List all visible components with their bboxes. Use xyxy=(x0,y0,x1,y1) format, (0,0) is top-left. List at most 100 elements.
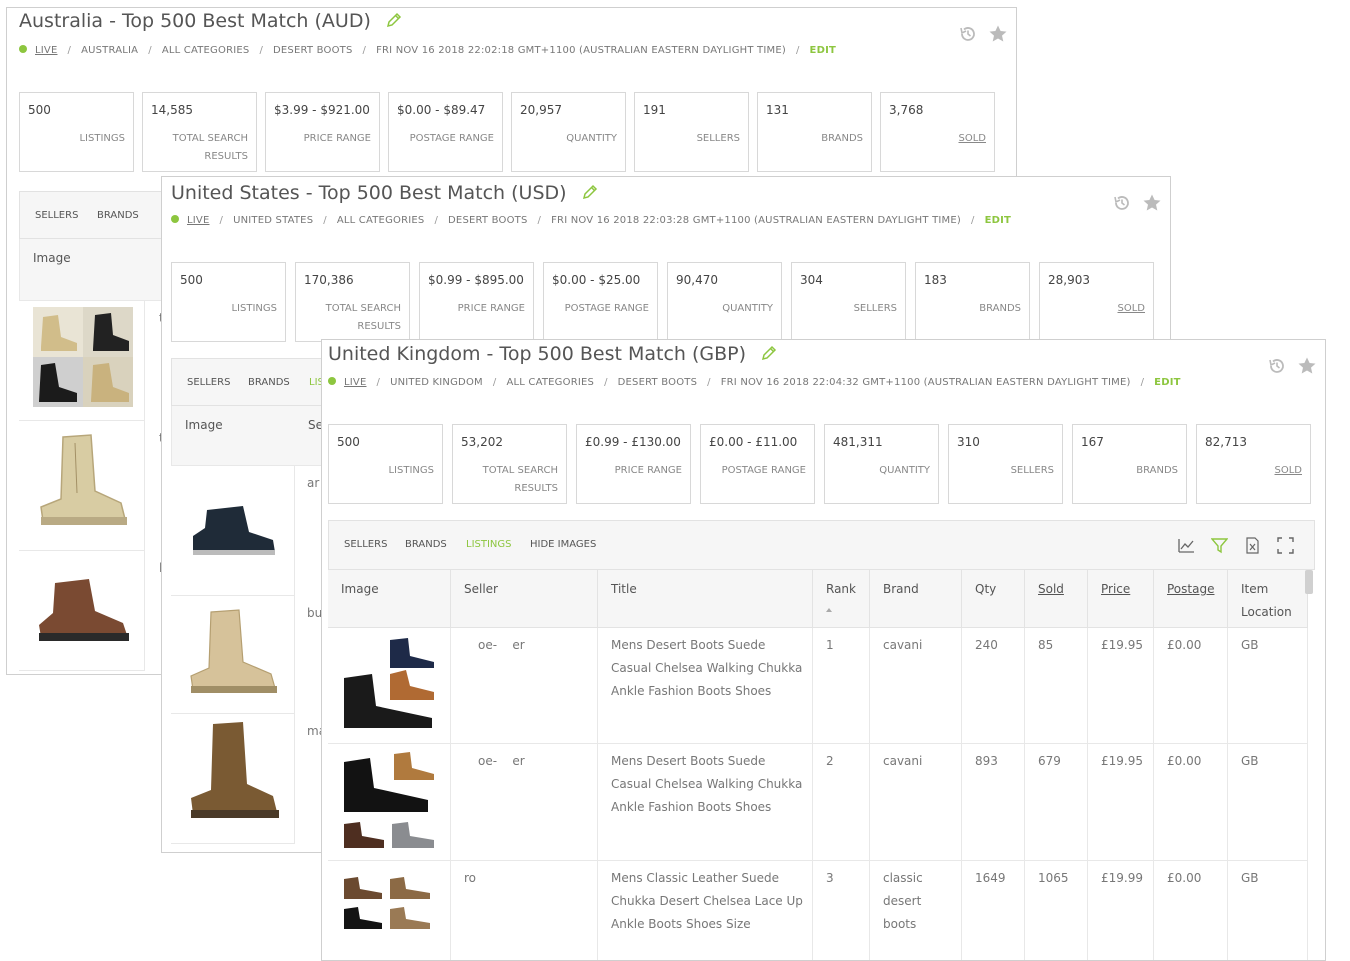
table-row[interactable]: l xyxy=(19,551,162,671)
price-value: £19.99 xyxy=(1101,871,1143,885)
table-row-image[interactable] xyxy=(328,861,451,960)
postage-value: £0.00 xyxy=(1167,871,1202,885)
table-cell-seller[interactable]: oe- er xyxy=(451,628,598,744)
table-cell-title[interactable]: Mens Desert Boots Suede Casual Chelsea W… xyxy=(598,628,813,744)
product-image xyxy=(190,609,277,693)
table-row-image[interactable] xyxy=(328,744,451,861)
seller-name[interactable]: oe- er xyxy=(478,634,525,657)
table-cell-title[interactable]: Mens Classic Leather Suede Chukka Desert… xyxy=(598,861,813,960)
breadcrumb: LIVE / UNITED KINGDOM / ALL CATEGORIES / DESER… xyxy=(328,377,1181,388)
sold-value: 85 xyxy=(1038,638,1054,652)
table-cell-price: £19.99 xyxy=(1088,861,1154,960)
panel-title: United Kingdom - Top 500 Best Match (GBP… xyxy=(328,343,778,365)
stat-label: TOTAL SEARCH RESULTS xyxy=(172,133,248,162)
stat-label: BRANDS xyxy=(979,303,1021,314)
col-sold[interactable]: Sold xyxy=(1025,570,1088,628)
tab-listings[interactable]: LISTINGS xyxy=(466,539,512,550)
export-excel-icon[interactable] xyxy=(1244,537,1261,554)
stat-sold-link[interactable]: SOLD xyxy=(1118,300,1146,318)
table-cell-rank: 3 xyxy=(813,861,870,960)
stat-label: QUANTITY xyxy=(722,303,773,314)
stat-total-search-results: 14,585 TOTAL SEARCH RESULTS xyxy=(142,92,257,172)
table-row[interactable]: ma xyxy=(171,714,326,844)
table-row[interactable]: t xyxy=(19,421,164,551)
col-rank-label[interactable]: Rank xyxy=(826,578,856,601)
stat-value: 20,957 xyxy=(520,103,562,117)
pencil-icon[interactable] xyxy=(581,183,599,201)
breadcrumb-edit-link[interactable]: EDIT xyxy=(985,215,1011,226)
fullscreen-icon[interactable] xyxy=(1277,537,1294,554)
pencil-icon[interactable] xyxy=(385,11,403,29)
table-row[interactable]: ar xyxy=(171,466,319,596)
seller-fragment: ar xyxy=(307,476,320,490)
history-icon[interactable] xyxy=(958,24,978,44)
breadcrumb-live[interactable]: LIVE xyxy=(344,377,366,388)
stat-listings: 500 LISTINGS xyxy=(19,92,134,172)
pencil-icon[interactable] xyxy=(760,344,778,362)
col-image-label: Image xyxy=(341,582,379,596)
star-icon[interactable] xyxy=(1142,193,1162,213)
listing-title[interactable]: Mens Desert Boots Suede Casual Chelsea W… xyxy=(611,634,802,703)
table-cell-price: £19.95 xyxy=(1088,628,1154,744)
tab-brands[interactable]: BRANDS xyxy=(97,210,139,221)
breadcrumb-category: ALL CATEGORIES xyxy=(506,377,595,388)
stat-quantity: 90,470 QUANTITY xyxy=(667,262,782,342)
location-value: GB xyxy=(1241,638,1259,652)
breadcrumb-live[interactable]: LIVE xyxy=(187,215,209,226)
breadcrumb: LIVE / AUSTRALIA / ALL CATEGORIES / DESERT BOO… xyxy=(19,45,836,56)
chart-icon[interactable] xyxy=(1178,537,1195,554)
col-rank[interactable]: Rank xyxy=(813,570,870,628)
filter-icon[interactable] xyxy=(1211,537,1228,554)
panel-actions xyxy=(1267,356,1317,376)
table-row[interactable]: bu xyxy=(171,596,322,714)
sort-asc-icon xyxy=(826,608,832,612)
tab-brands[interactable]: BRANDS xyxy=(248,377,290,388)
stat-label: POSTAGE RANGE xyxy=(564,303,649,314)
history-icon[interactable] xyxy=(1267,356,1287,376)
stat-value: £0.99 - £130.00 xyxy=(585,435,681,449)
star-icon[interactable] xyxy=(1297,356,1317,376)
table-cell-brand: classic desert boots xyxy=(870,861,962,960)
table-scrollbar[interactable] xyxy=(1305,570,1313,594)
stat-label: POSTAGE RANGE xyxy=(409,133,494,144)
col-postage[interactable]: Postage xyxy=(1154,570,1228,628)
col-price[interactable]: Price xyxy=(1088,570,1154,628)
listing-title[interactable]: Mens Desert Boots Suede Casual Chelsea W… xyxy=(611,750,802,819)
col-postage-label[interactable]: Postage xyxy=(1167,578,1214,601)
col-image: Image xyxy=(185,418,223,432)
table-cell-title[interactable]: Mens Desert Boots Suede Casual Chelsea W… xyxy=(598,744,813,861)
table-cell-qty: 240 xyxy=(962,628,1025,744)
breadcrumb-live[interactable]: LIVE xyxy=(35,45,57,56)
history-icon[interactable] xyxy=(1112,193,1132,213)
col-price-label[interactable]: Price xyxy=(1101,578,1130,601)
live-dot-icon xyxy=(328,377,336,385)
tab-hide-images[interactable]: HIDE IMAGES xyxy=(530,539,596,550)
tab-sellers[interactable]: SELLERS xyxy=(344,539,387,550)
panel-title-text: United States - Top 500 Best Match (USD) xyxy=(171,182,567,204)
rank-value: 1 xyxy=(826,638,834,652)
table-row[interactable]: t xyxy=(19,301,164,421)
stat-sold-link[interactable]: SOLD xyxy=(959,130,987,148)
table-cell-seller[interactable]: oe- er xyxy=(451,744,598,861)
stats-row: 500 LISTINGS 170,386 TOTAL SEARCH RESULTS … xyxy=(171,262,1154,342)
col-title-label: Title xyxy=(611,582,637,596)
breadcrumb-edit-link[interactable]: EDIT xyxy=(1154,377,1180,388)
col-sold-label[interactable]: Sold xyxy=(1038,578,1064,601)
seller-name[interactable]: ro xyxy=(464,867,476,890)
listing-title[interactable]: Mens Classic Leather Suede Chukka Desert… xyxy=(611,867,803,936)
tab-sellers[interactable]: SELLERS xyxy=(35,210,78,221)
star-icon[interactable] xyxy=(988,24,1008,44)
table-row-image[interactable] xyxy=(328,628,451,744)
breadcrumb-date: FRI NOV 16 2018 22:02:18 GMT+1100 (AUSTR… xyxy=(376,45,786,56)
tab-brands[interactable]: BRANDS xyxy=(405,539,447,550)
stat-sold-link[interactable]: SOLD xyxy=(1275,462,1303,480)
table-cell-rank: 1 xyxy=(813,628,870,744)
breadcrumb-edit-link[interactable]: EDIT xyxy=(810,45,836,56)
seller-name[interactable]: oe- er xyxy=(478,750,525,773)
breadcrumb-category: ALL CATEGORIES xyxy=(336,215,425,226)
stat-value: 90,470 xyxy=(676,273,718,287)
stat-label: LISTINGS xyxy=(388,465,434,476)
table-cell-sold: 679 xyxy=(1025,744,1088,861)
table-cell-seller[interactable]: ro xyxy=(451,861,598,960)
tab-sellers[interactable]: SELLERS xyxy=(187,377,230,388)
